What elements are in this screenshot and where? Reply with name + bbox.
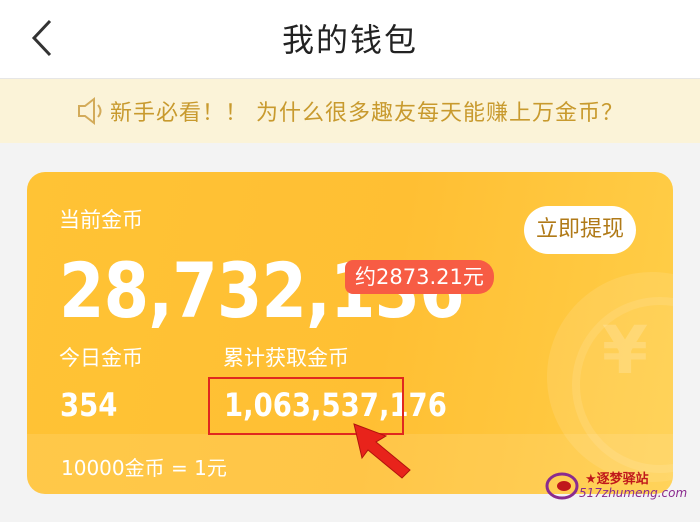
withdraw-button[interactable]: 立即提现 [524,206,636,254]
app-header: 我的钱包 [0,0,700,79]
exchange-rate-text: 10000金币 = 1元 [61,456,227,480]
watermark-logo-icon [545,472,579,500]
yen-icon: ¥ [602,312,648,389]
total-coins-label: 累计获取金币 [223,346,349,370]
speaker-icon [78,96,102,126]
approx-cash-badge: 约2873.21元 [345,260,494,294]
today-coins-value: 354 [60,386,118,424]
watermark-cn-text: ★逐梦驿站 [585,472,649,487]
current-coins-label: 当前金币 [59,208,143,232]
watermark: ★逐梦驿站 517zhumeng.com [545,464,695,516]
today-coins-label: 今日金币 [59,346,143,370]
notice-text: 新手必看！！ 为什么很多趣友每天能赚上万金币？ [110,101,624,126]
notice-bar[interactable]: 新手必看！！ 为什么很多趣友每天能赚上万金币？ [0,79,700,143]
page-title: 我的钱包 [281,21,418,59]
pointer-arrow-icon [353,423,411,479]
watermark-url-text: 517zhumeng.com [579,486,688,500]
